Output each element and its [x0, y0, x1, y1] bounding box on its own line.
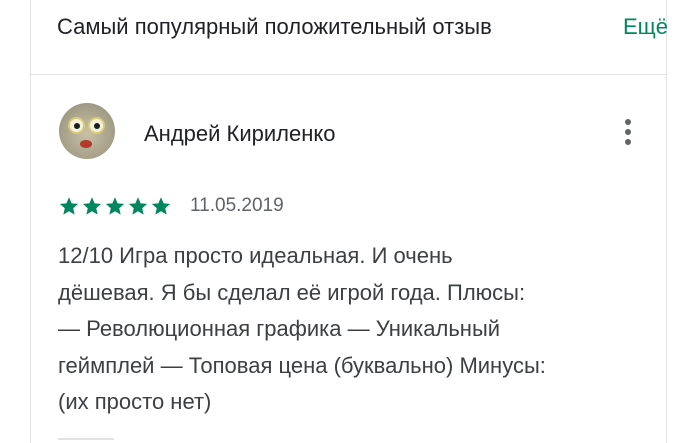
- review-text-line: геймплей — Топовая цена (буквально) Мину…: [58, 352, 546, 378]
- avatar-right-eye: [88, 117, 105, 134]
- menu-dot: [625, 139, 631, 145]
- right-border: [666, 0, 667, 443]
- menu-dot: [625, 129, 631, 135]
- menu-dot: [625, 119, 631, 125]
- review-card: Самый популярный положительный отзыв Ещё…: [0, 0, 700, 443]
- avatar-mouth: [80, 140, 92, 148]
- next-divider: [58, 438, 114, 440]
- header-divider: [31, 74, 666, 75]
- section-header: Самый популярный положительный отзыв Ещё: [31, 0, 668, 74]
- star-icon: [128, 197, 148, 215]
- review-text-line: (их просто нет): [58, 389, 212, 415]
- review-text: 12/10 Игра просто идеальная. И очень дёш…: [58, 238, 658, 421]
- more-link[interactable]: Ещё: [623, 14, 668, 40]
- review-text-line: — Революционная графика — Уникальный: [58, 316, 501, 342]
- avatar: [59, 103, 115, 159]
- star-icon: [82, 197, 102, 215]
- review-date: 11.05.2019: [190, 195, 284, 216]
- star-icon: [105, 197, 125, 215]
- section-title: Самый популярный положительный отзыв: [57, 14, 492, 39]
- star-icon: [151, 197, 171, 215]
- rating-stars: [58, 195, 173, 217]
- review-text-line: дёшевая. Я бы сделал её игрой года. Плюс…: [58, 279, 526, 305]
- more-vert-icon[interactable]: [618, 116, 638, 148]
- review-text-line: 12/10 Игра просто идеальная. И очень: [58, 243, 453, 268]
- review-author: Андрей Кириленко: [144, 121, 336, 146]
- avatar-left-eye: [68, 117, 85, 134]
- star-icon: [59, 197, 79, 215]
